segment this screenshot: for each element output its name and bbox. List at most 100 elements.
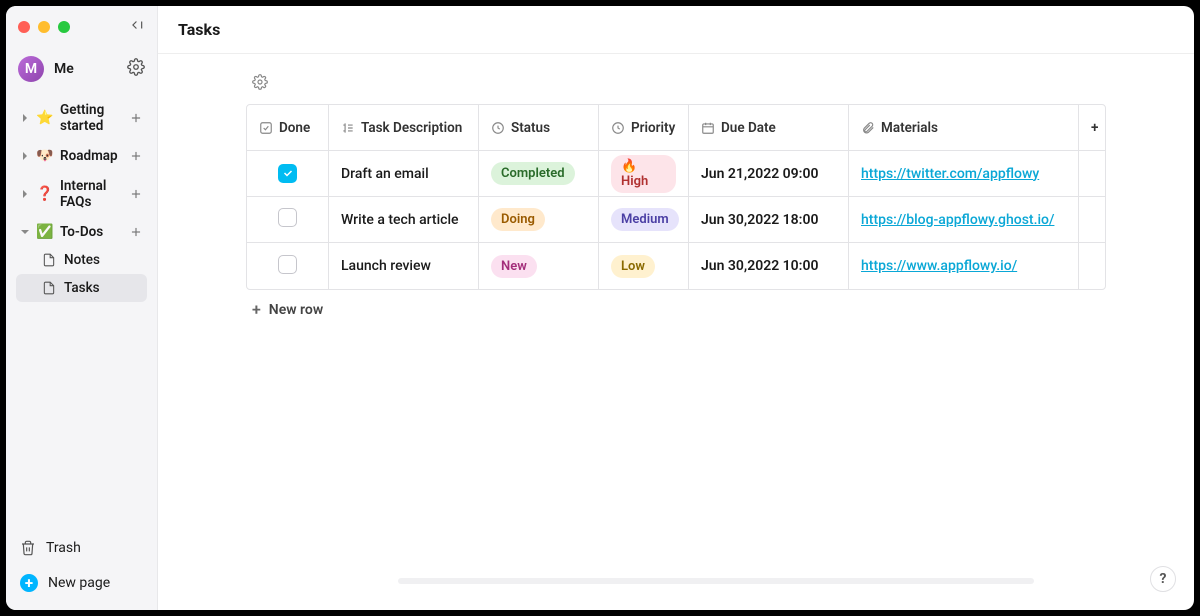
- sidebar-item-todos[interactable]: ✅ To-Dos: [16, 218, 147, 246]
- cell-priority[interactable]: 🔥 High: [599, 151, 689, 197]
- sidebar-child-notes[interactable]: Notes: [16, 246, 147, 274]
- column-header-label: Done: [279, 120, 310, 136]
- status-badge: Completed: [491, 162, 575, 185]
- new-row-button[interactable]: + New row: [246, 290, 1106, 319]
- cell-empty: [1079, 243, 1105, 289]
- plus-circle-icon: +: [20, 574, 38, 592]
- cell-priority[interactable]: Low: [599, 243, 689, 289]
- cell-priority[interactable]: Medium: [599, 197, 689, 243]
- priority-badge: Low: [611, 255, 655, 278]
- status-badge: Doing: [491, 208, 545, 231]
- horizontal-scrollbar[interactable]: [398, 578, 1034, 584]
- help-label: ?: [1160, 571, 1167, 587]
- collapse-icon: [129, 18, 145, 32]
- column-header-done[interactable]: Done: [247, 105, 329, 151]
- cell-date[interactable]: Jun 21,2022 09:00: [689, 151, 849, 197]
- add-column-button[interactable]: +: [1079, 105, 1105, 151]
- caret-right-icon: [20, 113, 30, 123]
- sidebar-child-tasks[interactable]: Tasks: [16, 274, 147, 302]
- check-icon: ✅: [36, 224, 54, 240]
- sidebar-nav: ⭐ Getting started 🐶 Roadmap ❓: [16, 96, 147, 526]
- tasks-table: Done Task Description: [246, 104, 1106, 290]
- document-icon: [42, 253, 56, 267]
- sidebar-item-roadmap[interactable]: 🐶 Roadmap: [16, 142, 147, 170]
- cell-description[interactable]: Launch review: [329, 243, 479, 289]
- document-icon: [42, 281, 56, 295]
- window-titlebar: [16, 18, 147, 50]
- materials-link[interactable]: https://www.appflowy.io/: [861, 258, 1017, 274]
- plus-icon[interactable]: [129, 111, 143, 125]
- cell-date[interactable]: Jun 30,2022 10:00: [689, 243, 849, 289]
- plus-icon[interactable]: [129, 149, 143, 163]
- sidebar-collapse-button[interactable]: [129, 18, 145, 36]
- column-header-date[interactable]: Due Date: [689, 105, 849, 151]
- window-zoom-icon[interactable]: [58, 21, 70, 33]
- materials-link[interactable]: https://twitter.com/appflowy: [861, 166, 1039, 182]
- column-header-label: Status: [511, 120, 550, 136]
- attachment-icon: [861, 121, 875, 135]
- window-minimize-icon[interactable]: [38, 21, 50, 33]
- materials-link[interactable]: https://blog-appflowy.ghost.io/: [861, 212, 1054, 228]
- trash-label: Trash: [46, 540, 81, 556]
- content-area: Done Task Description: [158, 54, 1194, 610]
- window-traffic-lights: [18, 21, 70, 33]
- new-page-button[interactable]: + New page: [16, 568, 147, 598]
- gear-icon: [127, 58, 145, 76]
- gear-icon: [252, 74, 268, 90]
- cell-materials[interactable]: https://blog-appflowy.ghost.io/: [849, 197, 1079, 243]
- cell-materials[interactable]: https://twitter.com/appflowy: [849, 151, 1079, 197]
- plus-icon[interactable]: [129, 225, 143, 239]
- select-icon: [611, 121, 625, 135]
- cell-description[interactable]: Write a tech article: [329, 197, 479, 243]
- sidebar-item-internal-faqs[interactable]: ❓ Internal FAQs: [16, 172, 147, 216]
- column-header-label: Task Description: [361, 120, 462, 136]
- column-header-materials[interactable]: Materials: [849, 105, 1079, 151]
- column-header-status[interactable]: Status: [479, 105, 599, 151]
- sidebar-item-label: Internal FAQs: [60, 178, 123, 210]
- sidebar-child-label: Notes: [64, 252, 100, 268]
- new-row-label: New row: [269, 302, 323, 318]
- select-icon: [491, 121, 505, 135]
- cell-status[interactable]: Doing: [479, 197, 599, 243]
- cell-empty: [1079, 197, 1105, 243]
- star-icon: ⭐: [36, 110, 54, 126]
- done-checkbox[interactable]: [278, 164, 297, 183]
- sidebar-item-label: To-Dos: [60, 224, 123, 240]
- cell-date[interactable]: Jun 30,2022 18:00: [689, 197, 849, 243]
- cell-empty: [1079, 151, 1105, 197]
- trash-button[interactable]: Trash: [16, 534, 147, 562]
- sidebar-item-label: Roadmap: [60, 148, 123, 164]
- check-icon: [282, 167, 294, 179]
- sidebar: M Me ⭐ Getting started 🐶: [6, 6, 158, 610]
- trash-icon: [20, 540, 36, 556]
- window-close-icon[interactable]: [18, 21, 30, 33]
- priority-badge: 🔥 High: [611, 155, 676, 193]
- cell-materials[interactable]: https://www.appflowy.io/: [849, 243, 1079, 289]
- text-icon: [341, 121, 355, 135]
- settings-button[interactable]: [127, 58, 145, 80]
- help-button[interactable]: ?: [1150, 566, 1176, 592]
- calendar-icon: [701, 121, 715, 135]
- column-header-priority[interactable]: Priority: [599, 105, 689, 151]
- page-title: Tasks: [178, 20, 220, 39]
- done-checkbox[interactable]: [278, 255, 297, 274]
- column-header-description[interactable]: Task Description: [329, 105, 479, 151]
- page-header: Tasks: [158, 6, 1194, 54]
- sidebar-child-label: Tasks: [64, 280, 100, 296]
- column-header-label: Materials: [881, 120, 938, 136]
- table-row[interactable]: Write a tech article Doing MediumJun 30,20…: [247, 197, 1105, 243]
- caret-right-icon: [20, 189, 30, 199]
- status-badge: New: [491, 255, 537, 278]
- caret-down-icon: [20, 227, 30, 237]
- sidebar-item-getting-started[interactable]: ⭐ Getting started: [16, 96, 147, 140]
- table-row[interactable]: Draft an email Completed 🔥 High Jun 21,2022…: [247, 151, 1105, 197]
- table-row[interactable]: Launch review New Low Jun 30,2022 10:00 http…: [247, 243, 1105, 289]
- plus-icon[interactable]: [129, 187, 143, 201]
- workspace-switcher[interactable]: M Me: [16, 50, 147, 96]
- grid-settings-button[interactable]: [252, 74, 1106, 94]
- cell-status[interactable]: New: [479, 243, 599, 289]
- cell-description[interactable]: Draft an email: [329, 151, 479, 197]
- app-window: M Me ⭐ Getting started 🐶: [6, 6, 1194, 610]
- cell-status[interactable]: Completed: [479, 151, 599, 197]
- done-checkbox[interactable]: [278, 208, 297, 227]
